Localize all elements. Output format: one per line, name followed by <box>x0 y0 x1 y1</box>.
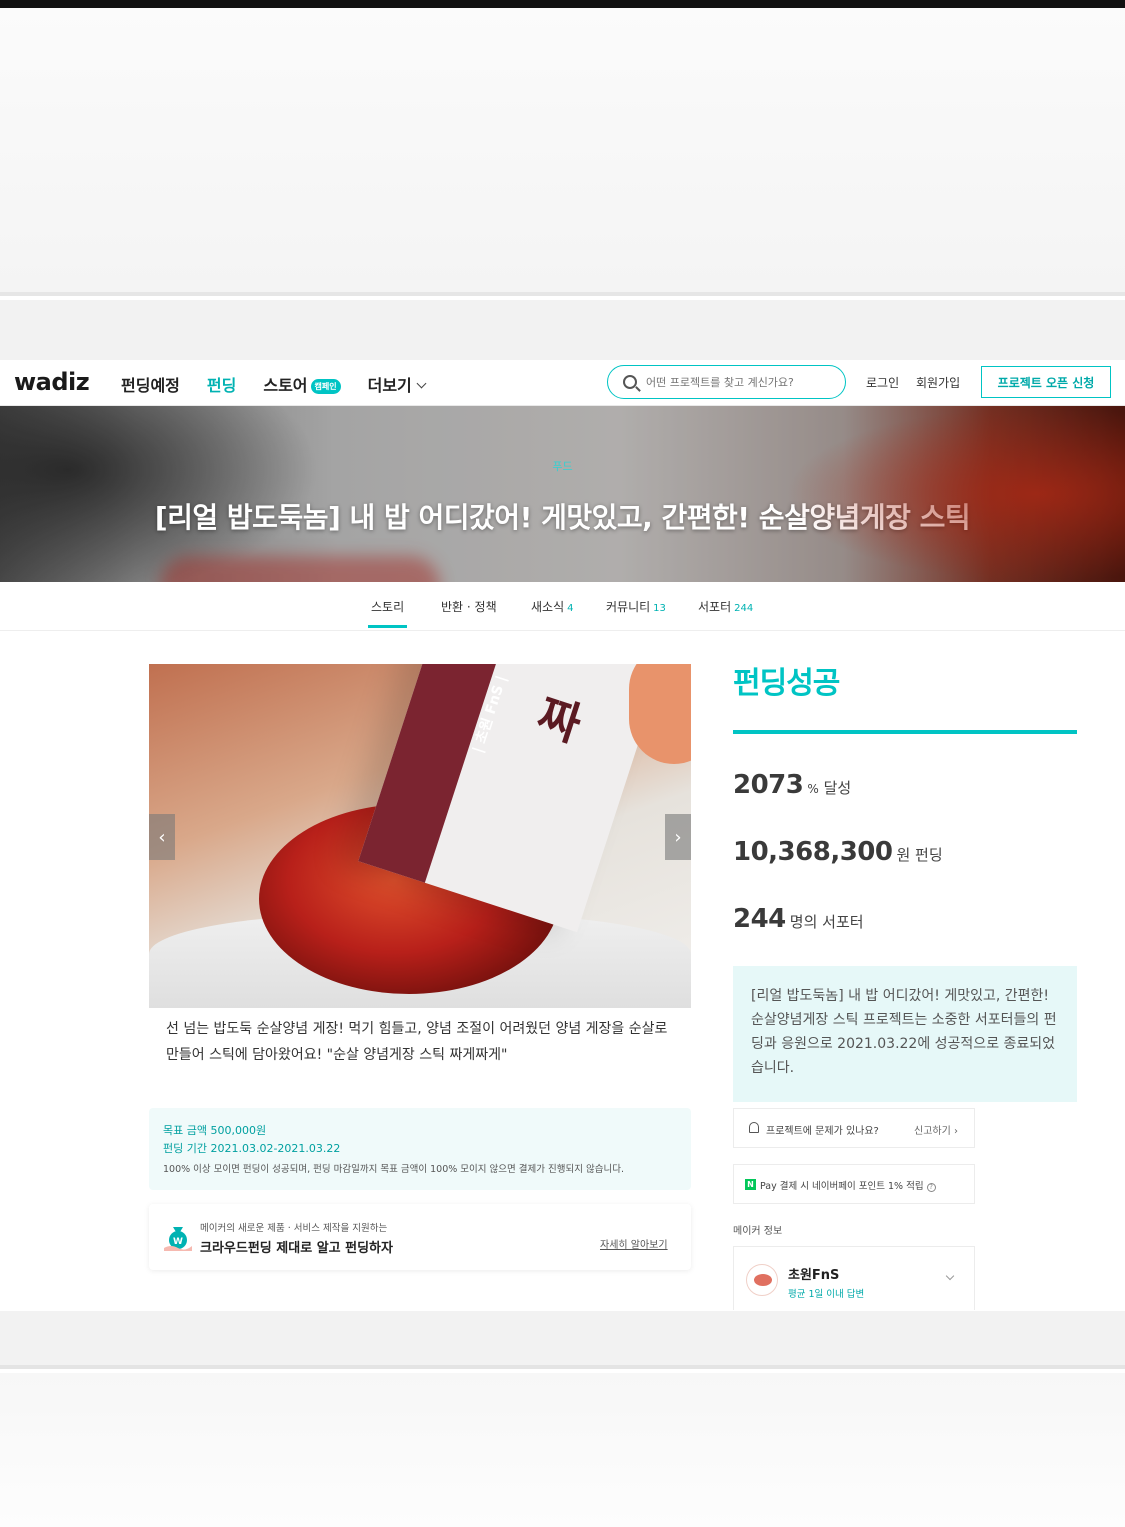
carousel-prev-button[interactable]: ‹ <box>149 814 175 860</box>
supporters-number: 244 <box>733 904 786 934</box>
open-project-button[interactable]: 프로젝트 오픈 신청 <box>981 366 1111 398</box>
funding-progress-bar <box>733 730 1077 734</box>
success-message: [리얼 밥도둑놈] 내 밥 어디갔어! 게맛있고, 간편한! 순살양념게장 스틱… <box>733 966 1077 1102</box>
tab-story[interactable]: 스토리 <box>367 598 408 628</box>
project-hero: 푸드 [리얼 밥도둑놈] 내 밥 어디갔어! 게맛있고, 간편한! 순살양념게장… <box>0 406 1125 582</box>
site-header: wadiz 펀딩예정 펀딩 스토어캠페인 더보기 로그인 회원가입 프로젝트 오… <box>0 360 1125 406</box>
maker-card[interactable]: 초원FnS 평균 1일 이내 답변 <box>733 1246 975 1310</box>
finger-illustration <box>629 664 691 764</box>
tab-refund-policy[interactable]: 반환 · 정책 <box>441 598 497 615</box>
search-input[interactable] <box>646 375 836 389</box>
search-icon <box>623 375 637 389</box>
supporters-unit: 명의 서포터 <box>789 913 864 931</box>
tab-supporters[interactable]: 서포터 244 <box>698 598 753 615</box>
naver-pay-label: Pay 결제 시 네이버페이 포인트 1% 적립 <box>760 1181 924 1192</box>
wadiz-logo[interactable]: wadiz <box>14 368 90 396</box>
funded-amount: 10,368,300 원 펀딩 <box>733 837 943 867</box>
report-problem-box: 프로젝트에 문제가 있나요? 신고하기 › <box>733 1108 975 1148</box>
info-icon[interactable]: ? <box>926 1183 936 1192</box>
naver-pay-text: Pay 결제 시 네이버페이 포인트 1% 적립? <box>760 1178 936 1192</box>
chevron-down-icon[interactable] <box>945 1271 955 1281</box>
tab-news[interactable]: 새소식 4 <box>531 598 574 615</box>
tab-community-label: 커뮤니티 <box>606 600 651 614</box>
funding-info-box: 목표 금액 500,000원 펀딩 기간 2021.03.02-2021.03.… <box>149 1108 691 1190</box>
crowdfunding-guide-banner[interactable]: W 메이커의 새로운 제품 · 서비스 제작을 지원하는 크라우드펀딩 제대로 … <box>149 1204 691 1270</box>
maker-avatar <box>746 1264 778 1296</box>
nav-store-label: 스토어 <box>263 376 308 395</box>
project-category[interactable]: 푸드 <box>0 458 1125 474</box>
project-title: [리얼 밥도둑놈] 내 밥 어디갔어! 게맛있고, 간편한! 순살양념게장 스틱 <box>154 501 971 534</box>
product-image-carousel[interactable]: | 초원 FnS | 짜 ‹ › <box>149 664 691 1008</box>
search-box[interactable] <box>607 365 846 399</box>
tab-supporters-label: 서포터 <box>698 600 732 614</box>
money-bag-icon: W <box>164 1227 192 1251</box>
nav-more[interactable]: 더보기 <box>367 372 427 396</box>
top-edge <box>0 0 1125 8</box>
chevron-left-icon: ‹ <box>158 826 166 848</box>
gray-band-bottom <box>0 1311 1125 1369</box>
blank-area-top <box>0 8 1125 296</box>
signup-link[interactable]: 회원가입 <box>916 374 960 391</box>
svg-text:W: W <box>173 1237 183 1247</box>
achieved-suffix: 달성 <box>823 779 852 797</box>
chevron-right-icon: › <box>674 826 682 848</box>
tab-refund-label: 반환 · 정책 <box>441 600 497 614</box>
guide-title: 크라우드펀딩 제대로 알고 펀딩하자 <box>200 1241 393 1256</box>
goal-label: 목표 금액 <box>163 1124 207 1137</box>
nav-funding[interactable]: 펀딩 <box>207 372 236 396</box>
goal-value: 500,000원 <box>210 1124 267 1137</box>
amount-unit: 원 펀딩 <box>896 846 943 864</box>
tab-supporters-count: 244 <box>734 603 754 614</box>
period-label: 펀딩 기간 <box>163 1142 207 1155</box>
achievement-number: 2073 <box>733 770 804 800</box>
tab-story-label: 스토리 <box>371 600 405 614</box>
funding-period: 펀딩 기간 2021.03.02-2021.03.22 <box>163 1140 677 1158</box>
store-campaign-badge: 캠페인 <box>310 379 341 394</box>
achievement-rate: 2073% 달성 <box>733 770 851 800</box>
naver-pay-icon: N <box>745 1179 756 1190</box>
nav-upcoming-funding[interactable]: 펀딩예정 <box>121 372 180 396</box>
tab-news-count: 4 <box>567 603 574 614</box>
hero-overlay <box>0 406 1125 582</box>
guide-subtitle: 메이커의 새로운 제품 · 서비스 제작을 지원하는 <box>200 1223 388 1234</box>
percent-unit: % <box>807 782 819 796</box>
project-tabs: 스토리 반환 · 정책 새소식 4 커뮤니티 13 서포터 244 <box>0 582 1125 631</box>
maker-reply-time: 평균 1일 이내 답변 <box>788 1289 865 1300</box>
project-summary: 선 넘는 밥도둑 순살양념 게장! 먹기 힘들고, 양념 조절이 어려웠던 양념… <box>166 1021 668 1063</box>
maker-name: 초원FnS <box>788 1268 840 1283</box>
login-link[interactable]: 로그인 <box>866 374 899 391</box>
nav-store[interactable]: 스토어 캠페인 <box>263 372 341 396</box>
bell-icon <box>749 1122 759 1133</box>
amount-number: 10,368,300 <box>733 837 893 867</box>
funding-status-title: 펀딩성공 <box>733 666 840 701</box>
nav-more-label: 더보기 <box>367 376 412 395</box>
report-text: 프로젝트에 문제가 있나요? <box>766 1126 879 1137</box>
tab-community[interactable]: 커뮤니티 13 <box>606 598 666 615</box>
funding-note: 100% 이상 모이면 펀딩이 성공되며, 펀딩 마감일까지 목표 금액이 10… <box>163 1164 624 1175</box>
maker-info-label: 메이커 정보 <box>733 1226 783 1237</box>
main-nav: 펀딩예정 펀딩 스토어 캠페인 더보기 <box>121 372 452 396</box>
learn-more-link[interactable]: 자세히 알아보기 <box>600 1236 668 1251</box>
tab-community-count: 13 <box>653 603 666 614</box>
goal-amount: 목표 금액 500,000원 <box>163 1122 677 1140</box>
tab-news-label: 새소식 <box>531 600 565 614</box>
carousel-next-button[interactable]: › <box>665 814 691 860</box>
supporter-count: 244 명의 서포터 <box>733 904 864 934</box>
gray-band-top <box>0 300 1125 360</box>
blank-area-bottom <box>0 1373 1125 1527</box>
report-link[interactable]: 신고하기 › <box>914 1122 958 1137</box>
chevron-down-icon <box>416 378 427 389</box>
period-value: 2021.03.02-2021.03.22 <box>210 1142 341 1155</box>
naver-pay-banner: N Pay 결제 시 네이버페이 포인트 1% 적립? <box>733 1164 975 1204</box>
